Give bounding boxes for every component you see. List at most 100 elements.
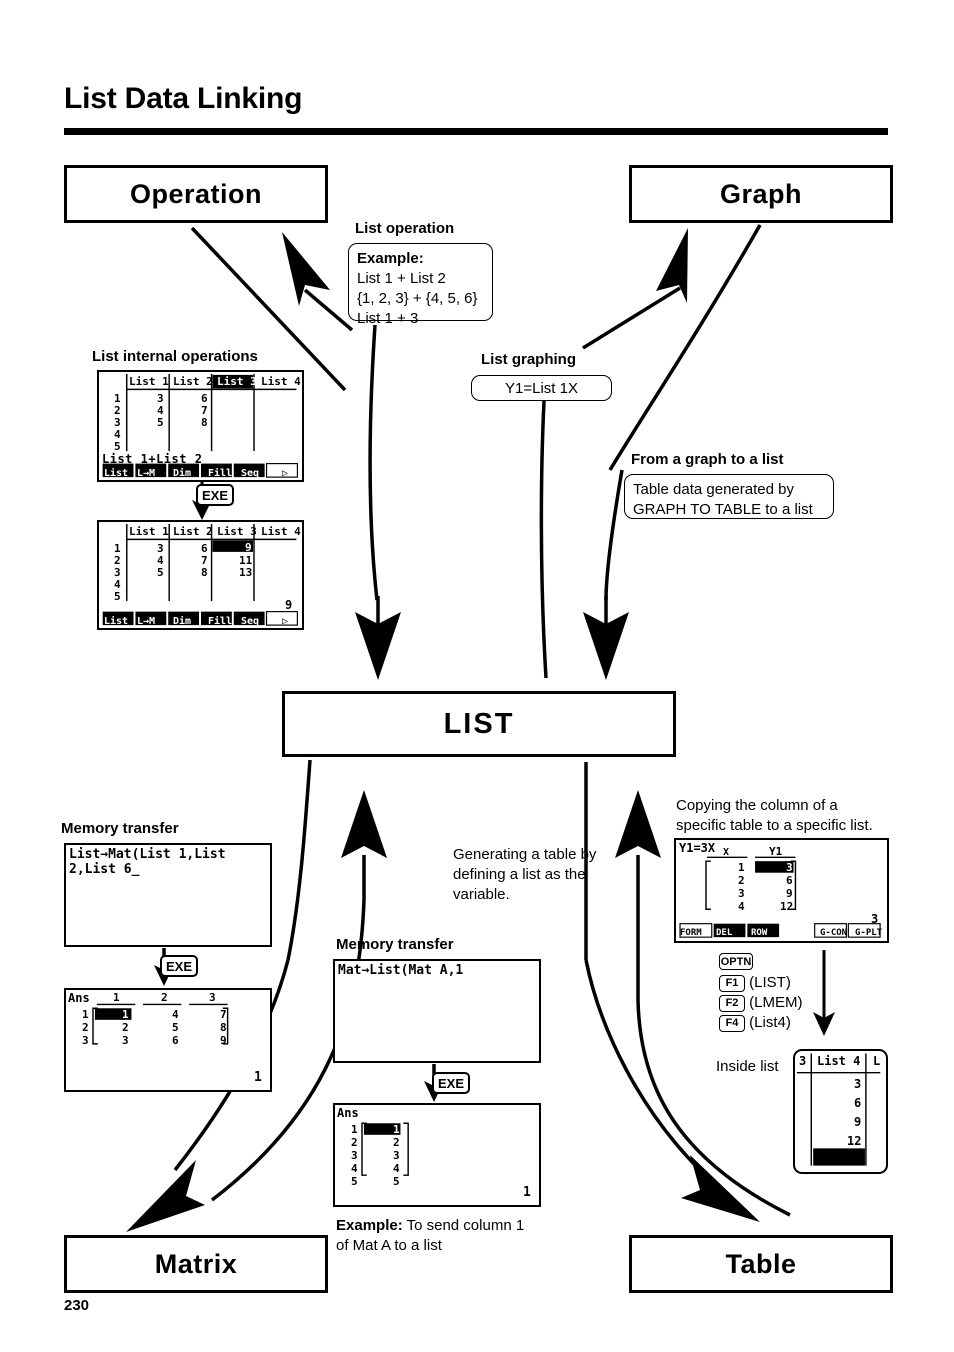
lcd2-col-header-3: List 4 [261, 525, 301, 538]
caption-list-operation: List operation [355, 220, 455, 237]
module-box-graph[interactable]: Graph [629, 165, 893, 223]
lcd2-cell-0-2: 9 [245, 541, 252, 554]
lcd1-cell-2-0: 5 [157, 416, 164, 429]
callout-example-label: Example: [357, 250, 424, 267]
callout-line-2: {1, 2, 3} + {4, 5, 6} [357, 289, 478, 307]
lcd1-softkey-5[interactable]: ▷ [282, 468, 288, 479]
lcd-graph-cell-0-0: 1 [738, 861, 745, 874]
inside-list-column-header: List 4 [817, 1054, 861, 1068]
inside-list-value-0: 3 [854, 1077, 862, 1091]
f1-arg-label: (LIST) [749, 974, 791, 991]
lcd2-col-header-0: List 1 [129, 525, 169, 538]
module-box-table[interactable]: Table [629, 1235, 893, 1293]
inside-list-value-3: 12 [847, 1134, 862, 1148]
lcd-listans-rownum-0: 1 [351, 1123, 358, 1136]
graph-to-list-line-2: GRAPH TO TABLE to a list [633, 500, 813, 518]
lcd-graph-softkey-1[interactable]: DEL [716, 928, 732, 938]
lcd1-softkey-0[interactable]: List [104, 468, 128, 479]
callout-list-graphing: Y1=List 1X [471, 375, 612, 401]
lcd-matans-cell-2-2: 9 [220, 1034, 227, 1047]
lcd-graph-cell-2-1: 9 [786, 887, 793, 900]
lcd-list-to-mat-line-2: 2,List 6_ [69, 862, 140, 877]
module-box-list[interactable]: LIST [282, 691, 676, 757]
lcd-list-to-mat-input: List→Mat(List 1,List 2,List 6_ [64, 843, 272, 947]
inside-list-left-header: 3 [799, 1054, 807, 1068]
f4-key[interactable]: F4 [719, 1014, 745, 1032]
copying-column-line-1: Copying the column of a [676, 797, 838, 814]
lcd-graph-cell-2-0: 3 [738, 887, 745, 900]
key-sequence-f2: F2 (LMEM) [719, 993, 803, 1013]
caption-memory-transfer-mid: Memory transfer [336, 936, 454, 953]
lcd-listans-value-4: 5 [393, 1175, 400, 1188]
exe-key-3[interactable]: EXE [432, 1072, 470, 1094]
lcd-matans-rownum-1: 2 [82, 1021, 89, 1034]
lcd-graph-formula: Y1=3X [679, 841, 716, 855]
inside-list-value-2: 9 [854, 1115, 862, 1129]
f2-key[interactable]: F2 [719, 994, 745, 1012]
lcd-graph-softkey-2[interactable]: ROW [751, 928, 767, 938]
lcd-graph-status: 3 [871, 912, 879, 926]
lcd2-col-header-1: List 2 [173, 525, 213, 538]
lcd-listans-value-3: 4 [393, 1162, 400, 1175]
lcd-matans-status: 1 [254, 1070, 262, 1085]
lcd2-cell-2-2: 13 [239, 566, 253, 579]
lcd-mat-to-list-ans: Ans 1 2 3 4 5 1 2 3 4 5 1 [333, 1103, 541, 1207]
lcd-matans-rownum-0: 1 [82, 1008, 89, 1021]
note-example-line-2: of Mat A to a list [336, 1236, 442, 1254]
lcd-mat-to-list-line-1: Mat→List(Mat A,1 [338, 963, 464, 978]
lcd-graph-colhead-0: X [723, 847, 730, 858]
f1-key[interactable]: F1 [719, 974, 745, 992]
lcd1-softkey-1[interactable]: L→M [137, 468, 155, 479]
exe-key-2[interactable]: EXE [160, 955, 198, 977]
lcd-graph-table: Y1=3X X Y1 1 2 3 4 3 6 9 12 3 FORM DEL R… [674, 838, 889, 943]
lcd2-softkey-2[interactable]: Dim [173, 616, 191, 627]
optn-key[interactable]: OPTN [719, 953, 753, 970]
lcd-graph-softkey-4[interactable]: G-PLT [855, 928, 882, 938]
lcd-listans-rownum-3: 4 [351, 1162, 358, 1175]
lcd2-softkey-0[interactable]: List [104, 616, 128, 627]
lcd-graph-cell-0-1: 3 [786, 861, 793, 874]
key-sequence-f1: F1 (LIST) [719, 973, 791, 993]
lcd2-row-num-4: 5 [114, 590, 121, 603]
lcd1-softkey-2[interactable]: Dim [173, 468, 191, 479]
lcd-listans-rownum-2: 3 [351, 1149, 358, 1162]
page-number: 230 [64, 1297, 90, 1314]
module-box-operation[interactable]: Operation [64, 165, 328, 223]
exe-key-1[interactable]: EXE [196, 484, 234, 506]
lcd2-status-value: 9 [285, 598, 293, 612]
lcd2-col-header-2: List 3 [217, 525, 257, 538]
lcd-graph-softkey-3[interactable]: G-CON [820, 928, 847, 938]
lcd-list-to-mat-ans: Ans 1 2 3 1 2 3 1 4 7 2 5 8 3 6 9 1 [64, 988, 272, 1092]
lcd1-softkey-4[interactable]: Seq [241, 468, 259, 479]
lcd-graph-softkey-0[interactable]: FORM [680, 928, 702, 938]
lcd-matans-cell-0-2: 7 [220, 1008, 227, 1021]
key-sequence-arrow [813, 950, 835, 1036]
callout-line-3: List 1 + 3 [357, 309, 419, 327]
lcd-mat-to-list-input: Mat→List(Mat A,1 [333, 959, 541, 1063]
lcd-matans-colhead-2: 3 [209, 991, 216, 1004]
inside-list-value-1: 6 [854, 1096, 862, 1110]
copying-column-line-2: specific table to a specific list. [676, 816, 873, 834]
lcd1-softkey-3[interactable]: Fill [208, 468, 232, 479]
lcd2-softkey-1[interactable]: L→M [137, 616, 155, 627]
callout-list-operation: Example: List 1 + List 2 {1, 2, 3} + {4,… [348, 243, 493, 327]
lcd-listans-rownum-4: 5 [351, 1175, 358, 1188]
lcd1-cell-2-1: 8 [201, 416, 208, 429]
title-rule [64, 128, 888, 135]
caption-graph-to-list: From a graph to a list [631, 451, 784, 468]
page-title: List Data Linking [64, 82, 303, 115]
lcd-list-to-mat-line-1: List→Mat(List 1,List [69, 847, 226, 862]
lcd-listans-value-2: 3 [393, 1149, 400, 1162]
graph-to-list-line-1: Table data generated by [633, 481, 794, 498]
lcd2-softkey-3[interactable]: Fill [208, 616, 232, 627]
module-box-matrix[interactable]: Matrix [64, 1235, 328, 1293]
lcd-matans-cell-1-1: 5 [172, 1021, 179, 1034]
lcd-ans-label-2: Ans [337, 1106, 359, 1120]
lcd-list-editor-before: List 1 List 2 List 3 List 4 1 2 3 4 5 3 … [97, 370, 304, 482]
lcd2-softkey-4[interactable]: Seq [241, 616, 259, 627]
generating-table-line-3: variable. [453, 885, 510, 903]
lcd-listans-value-1: 2 [393, 1136, 400, 1149]
note-example-mat-to-list: Example: To send column 1 of Mat A to a … [336, 1216, 586, 1256]
lcd1-col-header-3: List 4 [261, 375, 301, 388]
lcd2-softkey-5[interactable]: ▷ [282, 616, 288, 627]
